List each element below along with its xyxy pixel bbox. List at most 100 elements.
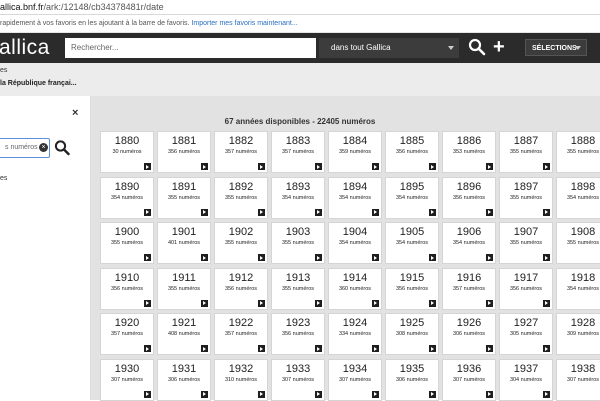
year-tile[interactable]: 1937 304 numéros (499, 358, 553, 401)
year-tile[interactable]: 1938 307 numéros (556, 358, 600, 401)
arrow-right-icon[interactable] (543, 299, 550, 307)
year-tile[interactable]: 1908 355 numéros (556, 222, 600, 264)
year-tile[interactable]: 1907 355 numéros (499, 222, 553, 264)
year-tile[interactable]: 1911 355 numéros (157, 267, 211, 310)
year-tile[interactable]: 1925 308 numéros (385, 313, 439, 355)
arrow-right-icon[interactable] (144, 390, 151, 398)
arrow-right-icon[interactable] (201, 390, 208, 398)
year-tile[interactable]: 1902 355 numéros (214, 222, 268, 264)
year-tile[interactable]: 1900 355 numéros (100, 222, 154, 264)
year-tile[interactable]: 1883 357 numéros (271, 131, 325, 173)
year-tile[interactable]: 1922 357 numéros (214, 313, 268, 355)
year-tile[interactable]: 1897 355 numéros (499, 176, 553, 219)
arrow-right-icon[interactable] (258, 163, 265, 170)
year-tile[interactable]: 1926 306 numéros (442, 313, 496, 355)
year-tile[interactable]: 1882 357 numéros (214, 131, 268, 173)
arrow-right-icon[interactable] (144, 208, 151, 216)
year-tile[interactable]: 1928 309 numéros (556, 313, 600, 355)
year-tile[interactable]: 1934 307 numéros (328, 358, 382, 401)
year-tile[interactable]: 1916 357 numéros (442, 267, 496, 310)
search-icon[interactable] (468, 38, 486, 56)
breadcrumb-current[interactable]: la République françai... (0, 80, 77, 87)
year-tile[interactable]: 1914 360 numéros (328, 267, 382, 310)
import-favorites-link[interactable]: Importer mes favoris maintenant... (191, 20, 297, 27)
address-bar[interactable]: allica.bnf.fr/ark:/12148/cb34378481r/dat… (0, 0, 600, 15)
arrow-right-icon[interactable] (429, 163, 436, 170)
year-tile[interactable]: 1893 354 numéros (271, 176, 325, 219)
arrow-right-icon[interactable] (201, 208, 208, 216)
year-tile[interactable]: 1904 354 numéros (328, 222, 382, 264)
year-tile[interactable]: 1912 356 numéros (214, 267, 268, 310)
year-tile[interactable]: 1920 357 numéros (100, 313, 154, 355)
year-tile[interactable]: 1932 310 numéros (214, 358, 268, 401)
year-tile[interactable]: 1935 306 numéros (385, 358, 439, 401)
arrow-right-icon[interactable] (315, 163, 322, 170)
arrow-right-icon[interactable] (486, 345, 493, 352)
arrow-right-icon[interactable] (429, 345, 436, 352)
arrow-right-icon[interactable] (543, 163, 550, 170)
search-icon[interactable] (54, 139, 70, 157)
arrow-right-icon[interactable] (315, 390, 322, 398)
arrow-right-icon[interactable] (429, 390, 436, 398)
year-tile[interactable]: 1936 307 numéros (442, 358, 496, 401)
arrow-right-icon[interactable] (201, 299, 208, 307)
year-tile[interactable]: 1895 354 numéros (385, 176, 439, 219)
arrow-right-icon[interactable] (258, 345, 265, 352)
year-tile[interactable]: 1884 359 numéros (328, 131, 382, 173)
year-tile[interactable]: 1880 30 numéros (100, 131, 154, 173)
add-icon[interactable]: + (493, 37, 509, 57)
year-tile[interactable]: 1888 355 numéros (556, 131, 600, 173)
year-tile[interactable]: 1933 307 numéros (271, 358, 325, 401)
arrow-right-icon[interactable] (429, 208, 436, 216)
panel-link[interactable]: es (0, 175, 7, 182)
search-scope-select[interactable]: dans tout Gallica (319, 38, 459, 58)
arrow-right-icon[interactable] (144, 254, 151, 261)
year-tile[interactable]: 1886 353 numéros (442, 131, 496, 173)
arrow-right-icon[interactable] (144, 299, 151, 307)
arrow-right-icon[interactable] (372, 254, 379, 261)
breadcrumb-item[interactable]: es (0, 67, 7, 74)
year-tile[interactable]: 1901 401 numéros (157, 222, 211, 264)
year-tile[interactable]: 1896 356 numéros (442, 176, 496, 219)
arrow-right-icon[interactable] (258, 208, 265, 216)
arrow-right-icon[interactable] (201, 345, 208, 352)
arrow-right-icon[interactable] (258, 254, 265, 261)
year-tile[interactable]: 1913 355 numéros (271, 267, 325, 310)
arrow-right-icon[interactable] (258, 299, 265, 307)
year-tile[interactable]: 1924 334 numéros (328, 313, 382, 355)
year-tile[interactable]: 1881 356 numéros (157, 131, 211, 173)
arrow-right-icon[interactable] (372, 345, 379, 352)
year-tile[interactable]: 1918 354 numéros (556, 267, 600, 310)
year-tile[interactable]: 1923 356 numéros (271, 313, 325, 355)
clear-icon[interactable]: × (39, 143, 48, 152)
year-tile[interactable]: 1898 354 numéros (556, 176, 600, 219)
arrow-right-icon[interactable] (315, 345, 322, 352)
arrow-right-icon[interactable] (486, 208, 493, 216)
arrow-right-icon[interactable] (429, 299, 436, 307)
arrow-right-icon[interactable] (372, 163, 379, 170)
year-tile[interactable]: 1885 356 numéros (385, 131, 439, 173)
arrow-right-icon[interactable] (258, 390, 265, 398)
arrow-right-icon[interactable] (543, 345, 550, 352)
search-input[interactable]: Rechercher... (65, 38, 316, 58)
arrow-right-icon[interactable] (543, 254, 550, 261)
arrow-right-icon[interactable] (486, 254, 493, 261)
arrow-right-icon[interactable] (315, 208, 322, 216)
year-tile[interactable]: 1915 356 numéros (385, 267, 439, 310)
arrow-right-icon[interactable] (201, 254, 208, 261)
year-tile[interactable]: 1927 305 numéros (499, 313, 553, 355)
arrow-right-icon[interactable] (201, 163, 208, 170)
year-tile[interactable]: 1931 306 numéros (157, 358, 211, 401)
arrow-right-icon[interactable] (486, 163, 493, 170)
arrow-right-icon[interactable] (486, 390, 493, 398)
arrow-right-icon[interactable] (372, 208, 379, 216)
arrow-right-icon[interactable] (372, 390, 379, 398)
year-tile[interactable]: 1921 408 numéros (157, 313, 211, 355)
year-tile[interactable]: 1910 356 numéros (100, 267, 154, 310)
year-tile[interactable]: 1906 354 numéros (442, 222, 496, 264)
arrow-right-icon[interactable] (429, 254, 436, 261)
selections-button[interactable]: SÉLECTIONS (525, 39, 587, 56)
gallica-logo[interactable]: allica (0, 36, 50, 60)
arrow-right-icon[interactable] (486, 299, 493, 307)
year-tile[interactable]: 1894 354 numéros (328, 176, 382, 219)
